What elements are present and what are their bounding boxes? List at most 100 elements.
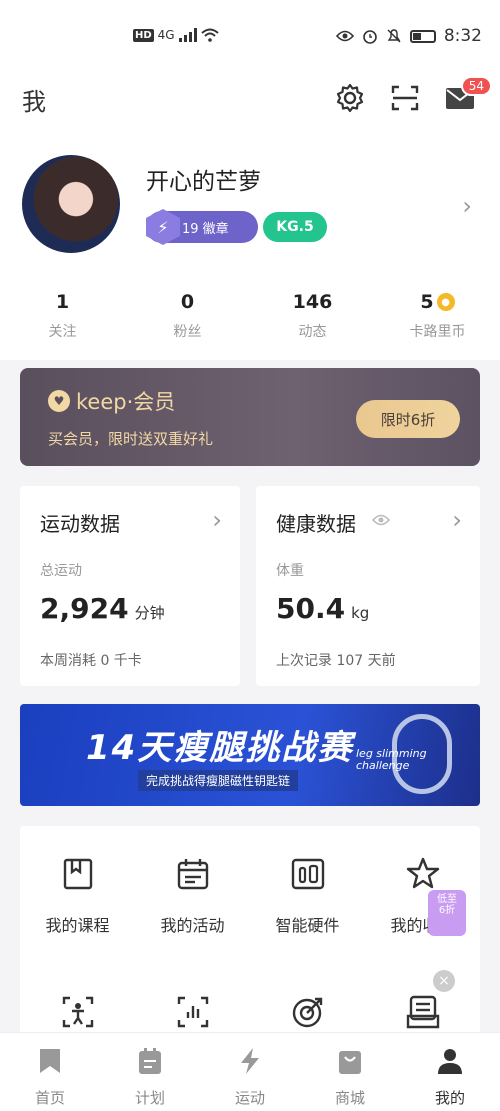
banner-en-line2: challenge <box>356 759 410 772</box>
tab-label: 我的 <box>434 1089 465 1107</box>
promo-line2: 6折 <box>438 905 456 916</box>
discount-float-badge[interactable]: 低至 6折 <box>428 890 466 936</box>
card-label: 总运动 <box>40 563 82 579</box>
signal-icon <box>178 28 197 42</box>
tab-label: 运动 <box>234 1089 265 1107</box>
status-right: 8:32 <box>335 26 482 46</box>
stat-label: 粉丝 <box>173 324 202 340</box>
level-badge[interactable]: KG.5 <box>263 212 327 242</box>
close-icon[interactable]: × <box>433 970 455 992</box>
calendar-icon <box>177 859 208 890</box>
tool-my-courses[interactable]: 我的课程 <box>20 856 135 936</box>
keep-heart-icon: ♥ <box>48 390 70 412</box>
tab-label: 首页 <box>34 1089 65 1107</box>
profile-stats: 1 关注 0 粉丝 146 动态 5 ● 卡路里币 <box>0 288 500 341</box>
card-value: 2,924 分钟 <box>40 592 165 625</box>
vip-discount-button[interactable]: 限时6折 <box>356 400 460 438</box>
stat-label: 关注 <box>48 324 77 340</box>
stat-calorie-coins[interactable]: 5 ● 卡路里币 <box>375 288 500 341</box>
target-icon <box>292 997 322 1028</box>
stat-label: 卡路里币 <box>409 324 466 340</box>
chevron-right-icon[interactable]: › <box>452 506 462 534</box>
coin-icon: ● <box>436 293 455 311</box>
tools-grid: 我的课程 我的活动 智能硬件 我的收藏 <box>20 826 480 1036</box>
tool-label: 我的课程 <box>45 916 110 935</box>
lightning-medal-icon: ⚡ <box>146 209 180 245</box>
alarm-icon <box>363 30 377 44</box>
eye-icon[interactable] <box>372 514 390 526</box>
avatar[interactable] <box>22 155 120 253</box>
bookmark-icon <box>63 858 92 890</box>
stat-following[interactable]: 1 关注 <box>0 288 125 341</box>
card-label: 体重 <box>276 563 304 579</box>
card-value: 50.4 kg <box>276 592 369 625</box>
stat-posts[interactable]: 146 动态 <box>250 288 375 341</box>
stat-value: 1 <box>55 291 70 313</box>
tray-list-icon <box>406 995 439 1029</box>
tab-mine[interactable]: 我的 <box>400 1033 500 1111</box>
card-title: 健康数据 <box>276 512 356 536</box>
challenge-banner[interactable]: 14天瘦腿挑战赛 完成挑战得瘦腿磁性钥匙链 leg slimming challe… <box>20 704 480 806</box>
health-data-card[interactable]: 健康数据 › 体重 50.4 kg 上次记录 107 天前 <box>256 486 480 686</box>
username: 开心的芒萝 <box>146 169 261 195</box>
signal-label: 4G <box>157 28 175 42</box>
page-title: 我 <box>22 88 46 116</box>
value-unit: kg <box>351 604 370 622</box>
stat-value: 0 <box>180 291 195 313</box>
stat-value-wrap: 5 ● <box>375 288 500 316</box>
tab-shop[interactable]: 商城 <box>300 1033 400 1111</box>
stat-label: 动态 <box>298 324 327 340</box>
vip-description: 买会员，限时送双重好礼 <box>48 430 214 448</box>
promo-line1: 低至 <box>437 894 457 905</box>
network-indicators: HD 4G <box>133 28 219 42</box>
bolt-icon <box>241 1048 259 1074</box>
plan-icon <box>139 1048 161 1074</box>
body-scan-icon <box>62 996 93 1028</box>
tool-label: 智能硬件 <box>275 916 340 935</box>
hd-badge: HD <box>133 28 154 42</box>
bottom-tab-bar: 首页 计划 运动 商城 我的 <box>0 1032 500 1111</box>
vip-membership-banner[interactable]: ♥ keep·会员 买会员，限时送双重好礼 限时6折 <box>20 368 480 466</box>
keep-vip-logo: ♥ keep·会员 <box>48 386 175 416</box>
banner-subtitle: 完成挑战得瘦腿磁性钥匙链 <box>138 770 299 791</box>
tool-data-scan[interactable] <box>135 994 250 1034</box>
stat-followers[interactable]: 0 粉丝 <box>125 288 250 341</box>
shop-icon <box>339 1051 361 1074</box>
chevron-right-icon[interactable]: › <box>212 506 222 534</box>
tool-smart-hardware[interactable]: 智能硬件 <box>250 856 365 936</box>
value-number: 50.4 <box>276 592 346 625</box>
page-header: 我 54 <box>0 70 500 130</box>
person-icon <box>438 1049 462 1074</box>
tool-body-scan[interactable] <box>20 994 135 1034</box>
stat-value: 146 <box>292 291 333 313</box>
card-footer: 本周消耗 0 千卡 <box>40 653 142 669</box>
tab-label: 计划 <box>134 1089 165 1107</box>
sport-data-card[interactable]: 运动数据 › 总运动 2,924 分钟 本周消耗 0 千卡 <box>20 486 240 686</box>
tool-my-activities[interactable]: 我的活动 <box>135 856 250 936</box>
chevron-right-icon[interactable]: › <box>462 192 472 220</box>
device-icon <box>291 858 324 890</box>
profile-section[interactable]: 开心的芒萝 › ⚡ 19 徽章 KG.5 1 关注 0 粉丝 146 动态 5 … <box>0 130 500 360</box>
tool-records[interactable] <box>365 994 480 1034</box>
tool-label: 我的活动 <box>160 916 225 935</box>
status-bar: HD 4G 8:32 <box>0 0 500 70</box>
stat-value: 5 <box>420 291 434 313</box>
settings-gear-icon[interactable] <box>334 82 366 114</box>
unread-badge: 54 <box>460 76 492 96</box>
mute-bell-icon <box>387 29 401 43</box>
tool-target[interactable] <box>250 994 365 1034</box>
tab-label: 商城 <box>334 1089 365 1107</box>
banner-english: leg slimming challenge <box>356 748 427 772</box>
clock: 8:32 <box>443 26 482 46</box>
card-title: 运动数据 <box>40 512 120 536</box>
home-bookmark-icon <box>40 1049 60 1073</box>
tab-sport[interactable]: 运动 <box>200 1033 300 1111</box>
battery-icon <box>409 29 436 43</box>
vip-logo-text: keep·会员 <box>76 390 176 414</box>
card-footer: 上次记录 107 天前 <box>276 653 396 669</box>
tab-plan[interactable]: 计划 <box>100 1033 200 1111</box>
scan-icon[interactable] <box>389 82 421 114</box>
tab-home[interactable]: 首页 <box>0 1033 100 1111</box>
value-number: 2,924 <box>40 592 129 625</box>
medal-badge-button[interactable]: ⚡ 19 徽章 <box>146 209 258 245</box>
